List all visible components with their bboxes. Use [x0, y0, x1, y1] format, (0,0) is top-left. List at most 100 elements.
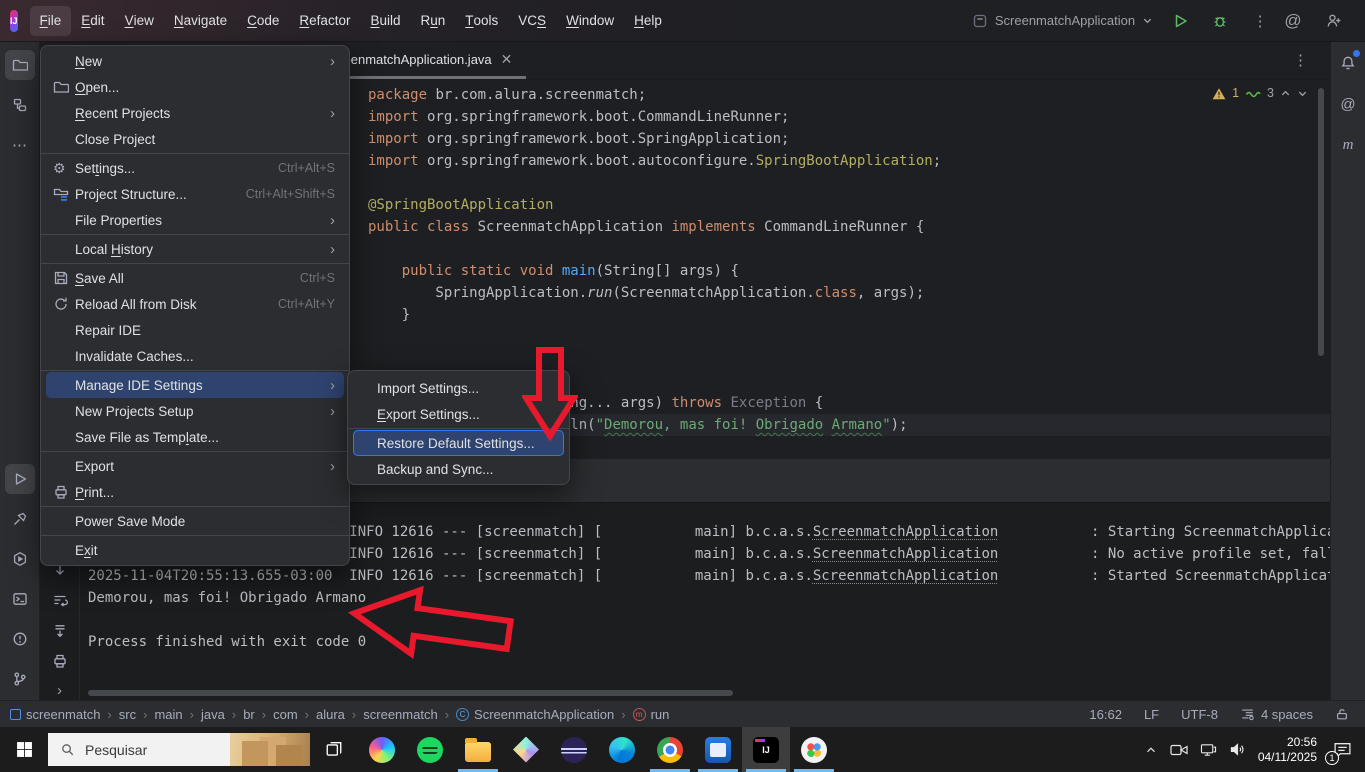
tool-window-button-ai-assistant[interactable]: @: [1333, 89, 1363, 119]
meet-now-icon[interactable]: [1170, 743, 1188, 757]
tool-window-button-run[interactable]: [4, 464, 35, 494]
file-menu-item-export[interactable]: Export ›: [46, 453, 344, 479]
breadcrumb-item-main[interactable]: main: [154, 707, 182, 722]
file-menu-item-print[interactable]: Print...: [46, 479, 344, 505]
taskbar-unity-hub[interactable]: [502, 727, 550, 772]
file-menu-item-file-properties[interactable]: File Properties ›: [46, 207, 344, 233]
file-menu-item-new[interactable]: New ›: [46, 48, 344, 74]
tool-window-button-notifications[interactable]: [1333, 48, 1363, 78]
editor-scrollbar[interactable]: [1318, 88, 1324, 356]
print-console-icon[interactable]: [49, 652, 71, 670]
file-menu-item-open[interactable]: Open...: [46, 74, 344, 100]
more-actions-button[interactable]: ⋮: [1247, 8, 1273, 34]
breadcrumb-item-alura[interactable]: alura: [316, 707, 345, 722]
close-tab-icon[interactable]: ✕: [501, 51, 513, 68]
breadcrumb-item-src[interactable]: src: [119, 707, 136, 722]
file-menu-item-repair-ide[interactable]: Repair IDE: [46, 317, 344, 343]
taskbar-media-app[interactable]: [694, 727, 742, 772]
console-class-link[interactable]: ScreenmatchApplication: [813, 524, 998, 540]
console-scrollbar[interactable]: [88, 690, 733, 696]
file-menu-item-project-structure[interactable]: Project Structure... Ctrl+Alt+Shift+S: [46, 181, 344, 207]
search-daily-image[interactable]: [230, 733, 310, 766]
file-menu-item-reload-all-from-disk[interactable]: Reload All from Disk Ctrl+Alt+Y: [46, 291, 344, 317]
tray-chevron-up-icon[interactable]: [1144, 743, 1158, 757]
expand-icon[interactable]: ›: [49, 682, 71, 700]
tool-window-button-services[interactable]: [5, 544, 35, 574]
menubar-item-view[interactable]: View: [115, 6, 164, 36]
taskbar-eclipse[interactable]: [550, 727, 598, 772]
file-menu-item-local-history[interactable]: Local History ›: [46, 236, 344, 262]
tool-window-button-project[interactable]: [4, 50, 35, 80]
run-configuration-selector[interactable]: ScreenmatchApplication: [972, 13, 1153, 29]
file-menu-item-close-project[interactable]: Close Project: [46, 126, 344, 152]
menubar-item-vcs[interactable]: VC S: [508, 6, 556, 36]
breadcrumb-item-java[interactable]: java: [201, 707, 225, 722]
add-user-icon[interactable]: [1313, 6, 1353, 36]
tool-window-button-structure[interactable]: [5, 90, 35, 120]
menubar-item-window[interactable]: Window: [556, 6, 624, 36]
file-menu-item-settings[interactable]: ⚙ Settings... Ctrl+Alt+S: [46, 155, 344, 181]
soft-wrap-icon[interactable]: [49, 591, 71, 609]
inspection-widget[interactable]: 1 3: [1212, 86, 1308, 100]
menubar-item-file[interactable]: File: [29, 5, 72, 36]
tool-window-button-problems[interactable]: [5, 624, 35, 654]
menubar-item-build[interactable]: Build: [360, 6, 410, 36]
file-menu-item-power-save-mode[interactable]: Power Save Mode: [46, 508, 344, 534]
menubar-item-edit[interactable]: Edit: [71, 6, 114, 36]
volume-icon[interactable]: [1229, 742, 1246, 757]
network-icon[interactable]: [1200, 742, 1217, 757]
tool-window-button-build[interactable]: [5, 504, 35, 534]
breadcrumb-item-com[interactable]: com: [273, 707, 298, 722]
breadcrumb-item-br[interactable]: br: [243, 707, 255, 722]
tool-window-button-more-tool-windows[interactable]: ⋯: [5, 130, 35, 160]
tab-options-icon[interactable]: ⋮: [1293, 51, 1308, 69]
notification-center-icon[interactable]: 1: [1325, 737, 1355, 765]
file-menu-item-exit[interactable]: Exit: [46, 537, 344, 563]
taskbar-copilot[interactable]: [358, 727, 406, 772]
taskbar-chrome[interactable]: [646, 727, 694, 772]
taskbar-edge[interactable]: [598, 727, 646, 772]
file-menu-item-save-file-as-template[interactable]: Save File as Template...: [46, 424, 344, 450]
taskbar-clock[interactable]: 20:56 04/11/2025: [1258, 735, 1317, 765]
breadcrumb-item-screenmatchapplication[interactable]: C ScreenmatchApplication: [456, 707, 614, 722]
tool-window-button-maven[interactable]: m: [1333, 130, 1363, 160]
taskbar-spotify[interactable]: [406, 727, 454, 772]
tool-window-button-version-control[interactable]: [5, 664, 35, 694]
line-separator[interactable]: LF: [1144, 707, 1159, 722]
next-problem-icon[interactable]: [1297, 88, 1308, 99]
file-menu-item-manage-ide-settings[interactable]: Manage IDE Settings ›: [46, 372, 344, 398]
taskbar-task-view[interactable]: [310, 727, 358, 772]
taskbar-file-explorer[interactable]: [454, 727, 502, 772]
breadcrumb-item-screenmatch[interactable]: screenmatch: [10, 707, 100, 722]
prev-problem-icon[interactable]: [1280, 88, 1291, 99]
search-icon[interactable]: [1353, 6, 1365, 36]
tool-window-button-terminal[interactable]: [5, 584, 35, 614]
menubar-item-refactor[interactable]: Refactor: [289, 6, 360, 36]
taskbar-search-input[interactable]: Pesquisar: [48, 733, 310, 766]
menubar-item-navigate[interactable]: Navigate: [164, 6, 237, 36]
file-encoding[interactable]: UTF-8: [1181, 707, 1218, 722]
console-class-link[interactable]: ScreenmatchApplication: [813, 568, 998, 584]
start-button[interactable]: [0, 727, 48, 772]
file-menu-item-new-projects-setup[interactable]: New Projects Setup ›: [46, 398, 344, 424]
code-with-me-icon[interactable]: @: [1273, 6, 1313, 36]
console-class-link[interactable]: ScreenmatchApplication: [813, 546, 998, 562]
file-menu-item-save-all[interactable]: Save All Ctrl+S: [46, 265, 344, 291]
taskbar-paint[interactable]: [790, 727, 838, 772]
taskbar-intellij-idea[interactable]: IJ: [742, 727, 790, 772]
breadcrumb-item-screenmatch[interactable]: screenmatch: [363, 707, 437, 722]
file-menu-item-invalidate-caches[interactable]: Invalidate Caches...: [46, 343, 344, 369]
menubar-item-run[interactable]: Run: [410, 6, 455, 36]
debug-button[interactable]: [1207, 8, 1233, 34]
breadcrumb-item-run[interactable]: m run: [632, 707, 669, 722]
menubar-item-tools[interactable]: Tools: [455, 6, 508, 36]
lock-icon[interactable]: [1335, 707, 1349, 721]
submenu-item-backup-and-sync[interactable]: Backup and Sync...: [353, 456, 564, 482]
caret-position[interactable]: 16:62: [1089, 707, 1122, 722]
file-menu-item-recent-projects[interactable]: Recent Projects ›: [46, 100, 344, 126]
run-button[interactable]: [1167, 8, 1193, 34]
scroll-to-end-icon[interactable]: [49, 621, 71, 639]
menubar-item-code[interactable]: Code: [237, 6, 289, 36]
menubar-item-help[interactable]: Help: [624, 6, 672, 36]
indent-setting[interactable]: 4 spaces: [1240, 707, 1313, 722]
